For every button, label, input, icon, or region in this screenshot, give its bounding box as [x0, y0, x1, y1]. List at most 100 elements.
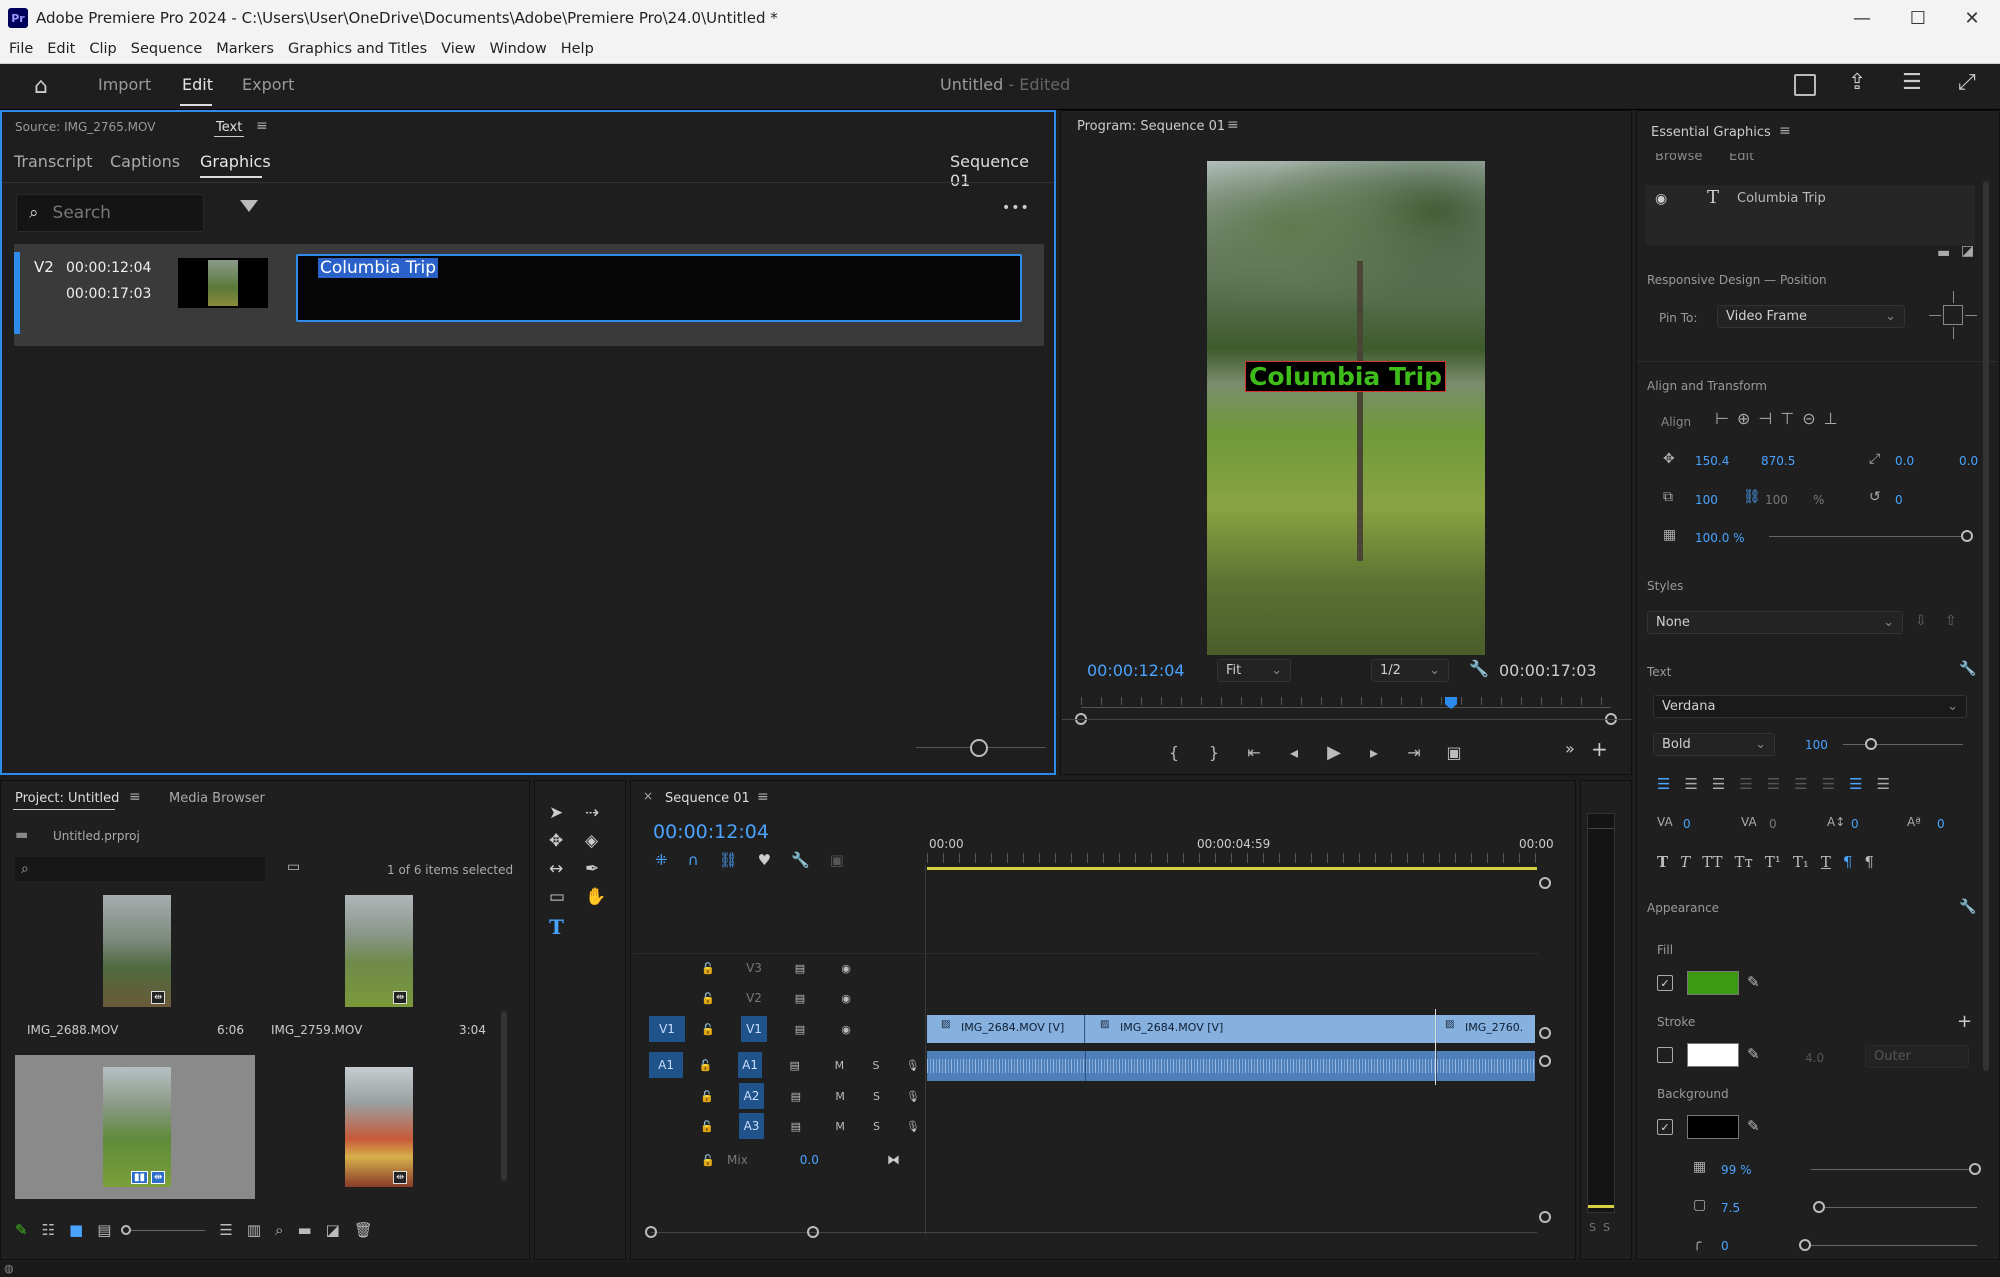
linked-selection-icon[interactable]: ⛓	[719, 851, 738, 869]
close-button[interactable]: ✕	[1944, 4, 2000, 32]
opacity-value[interactable]: 100.0 %	[1695, 531, 1745, 545]
eg-tab-browse[interactable]: Browse	[1655, 153, 1702, 165]
project-item-3-selected[interactable]: ▮▮ ⇹	[15, 1055, 255, 1199]
track-label[interactable]: V2	[741, 991, 767, 1005]
eye-icon[interactable]: ◉	[833, 985, 859, 1011]
track-label[interactable]: A2	[739, 1083, 764, 1109]
timeline-vscroll-top-knob[interactable]	[1539, 877, 1551, 889]
project-item-4[interactable]: ⇹	[257, 1055, 497, 1199]
menu-sequence[interactable]: Sequence	[124, 36, 210, 62]
font-size-value[interactable]: 100	[1805, 738, 1828, 752]
faux-italic-icon[interactable]: T	[1680, 853, 1690, 871]
tab-import[interactable]: Import	[98, 75, 151, 94]
list-view-icon[interactable]: ☷	[42, 1221, 55, 1239]
menu-clip[interactable]: Clip	[82, 36, 123, 62]
font-weight-dropdown[interactable]: Bold ⌄	[1653, 733, 1775, 756]
align-top-text-icon[interactable]: ☰	[1849, 775, 1862, 793]
find-icon[interactable]: ⌕	[275, 1221, 283, 1239]
lock-icon[interactable]: 🔓	[695, 955, 721, 981]
sync-lock-icon[interactable]: ▤	[784, 1083, 808, 1109]
h-scroll-track[interactable]	[651, 1232, 1537, 1233]
visibility-eye-icon[interactable]: ◉	[1655, 191, 1667, 207]
background-checkbox[interactable]: ✓	[1657, 1119, 1673, 1135]
source-patch-a1[interactable]: A1	[649, 1052, 684, 1078]
a1-clips[interactable]	[927, 1051, 1535, 1081]
new-bin-search-icon[interactable]: ▭	[287, 859, 300, 875]
subtab-captions[interactable]: Captions	[110, 152, 180, 171]
filter-icon[interactable]	[240, 200, 258, 212]
resolution-dropdown[interactable]: 1/2 ⌄	[1371, 659, 1449, 682]
wrench-icon[interactable]: 🔧	[1469, 659, 1489, 678]
eg-tab-edit[interactable]: Edit	[1729, 153, 1754, 165]
stroke-color-swatch[interactable]	[1687, 1043, 1739, 1067]
source-tab[interactable]: Source: IMG_2765.MOV	[15, 120, 155, 134]
lock-icon[interactable]: 🔓	[695, 1113, 719, 1139]
align-top-icon[interactable]: ⊤	[1780, 409, 1794, 428]
background-eyedropper-icon[interactable]: ✎	[1747, 1117, 1760, 1135]
underline-icon[interactable]: T	[1821, 853, 1831, 871]
eye-icon[interactable]: ◉	[833, 1016, 859, 1042]
fill-checkbox[interactable]: ✓	[1657, 975, 1673, 991]
sync-lock-icon[interactable]: ▤	[787, 985, 813, 1011]
essential-graphics-title[interactable]: Essential Graphics	[1651, 125, 1771, 140]
project-search-field[interactable]: ⌕	[15, 857, 265, 881]
opacity-slider-track[interactable]	[1769, 536, 1969, 537]
anchor-y[interactable]: 0.0	[1959, 454, 1978, 468]
eg-menu-icon[interactable]: ≡	[1779, 123, 1791, 139]
background-color-swatch[interactable]	[1687, 1115, 1739, 1139]
go-to-in-icon[interactable]: ⇤	[1241, 739, 1267, 765]
new-bin-icon[interactable]: ▬	[297, 1221, 311, 1239]
new-layer-icon[interactable]: ◪	[1961, 243, 1974, 259]
lock-icon[interactable]: 🔓	[695, 1016, 721, 1042]
project-scrollbar[interactable]	[501, 1011, 507, 1181]
nest-icon[interactable]: ⁜	[655, 851, 668, 869]
anchor-x[interactable]: 0.0	[1895, 454, 1914, 468]
styles-dropdown[interactable]: None ⌄	[1647, 611, 1903, 634]
align-text-center-icon[interactable]: ☰	[1684, 775, 1697, 793]
rtl-icon[interactable]: ¶	[1864, 853, 1874, 871]
faux-bold-icon[interactable]: T	[1657, 853, 1668, 871]
stroke-checkbox[interactable]	[1657, 1047, 1673, 1063]
bg-opacity-value[interactable]: 99 %	[1721, 1163, 1752, 1177]
bg-size-slider-track[interactable]	[1819, 1207, 1977, 1208]
mix-value[interactable]: 0.0	[800, 1153, 819, 1167]
caption-text-field[interactable]: Columbia Trip	[296, 254, 1022, 322]
justify-all-icon[interactable]: ☰	[1822, 775, 1835, 793]
baseline-value[interactable]: 0	[1937, 817, 1945, 831]
position-y[interactable]: 870.5	[1761, 454, 1795, 468]
stroke-eyedropper-icon[interactable]: ✎	[1747, 1045, 1760, 1063]
solo-icon[interactable]: S	[864, 1113, 888, 1139]
program-menu-icon[interactable]: ≡	[1227, 117, 1239, 133]
freeform-view-icon[interactable]: ▤	[97, 1221, 111, 1239]
bg-corner-slider-knob[interactable]	[1799, 1239, 1811, 1251]
step-forward-icon[interactable]: ▸	[1361, 739, 1387, 765]
sort-icon[interactable]: ☰	[219, 1221, 232, 1239]
workspaces-icon[interactable]: ☰	[1902, 70, 1922, 95]
stroke-width[interactable]: 4.0	[1805, 1051, 1824, 1065]
bg-opacity-slider-knob[interactable]	[1969, 1163, 1981, 1175]
add-stroke-icon[interactable]: +	[1957, 1011, 1972, 1032]
timeline-settings-icon[interactable]: 🔧	[791, 851, 810, 869]
font-dropdown[interactable]: Verdana ⌄	[1653, 695, 1967, 718]
solo-left[interactable]: S	[1589, 1221, 1596, 1234]
menu-help[interactable]: Help	[554, 36, 601, 62]
scrub-bar[interactable]	[1062, 719, 1632, 720]
mic-icon[interactable]: 🎙	[901, 1083, 925, 1109]
automate-to-sequence-icon[interactable]: ▥	[247, 1221, 261, 1239]
scale-value[interactable]: 100	[1695, 493, 1718, 507]
tab-edit[interactable]: Edit	[182, 75, 213, 94]
sync-style-icon[interactable]: ⇧	[1945, 613, 1957, 629]
align-middle-icon[interactable]: ⊝	[1802, 409, 1815, 428]
lock-icon[interactable]: 🔓	[693, 1052, 718, 1078]
minimize-button[interactable]: —	[1834, 4, 1890, 32]
type-tool-icon[interactable]: T	[549, 915, 585, 939]
panel-menu-icon[interactable]: ≡	[256, 118, 268, 134]
subtab-transcript[interactable]: Transcript	[14, 152, 93, 171]
quick-export-icon[interactable]	[1794, 74, 1816, 96]
sync-lock-icon[interactable]: ▤	[784, 1113, 808, 1139]
search-box[interactable]: ⌕ Search	[16, 194, 204, 232]
opacity-slider-knob[interactable]	[1961, 530, 1973, 542]
playhead-line[interactable]	[1435, 1009, 1436, 1085]
align-center-h-icon[interactable]: ⊕	[1737, 409, 1750, 428]
mix-end-icon[interactable]: ⧓	[887, 1153, 900, 1168]
